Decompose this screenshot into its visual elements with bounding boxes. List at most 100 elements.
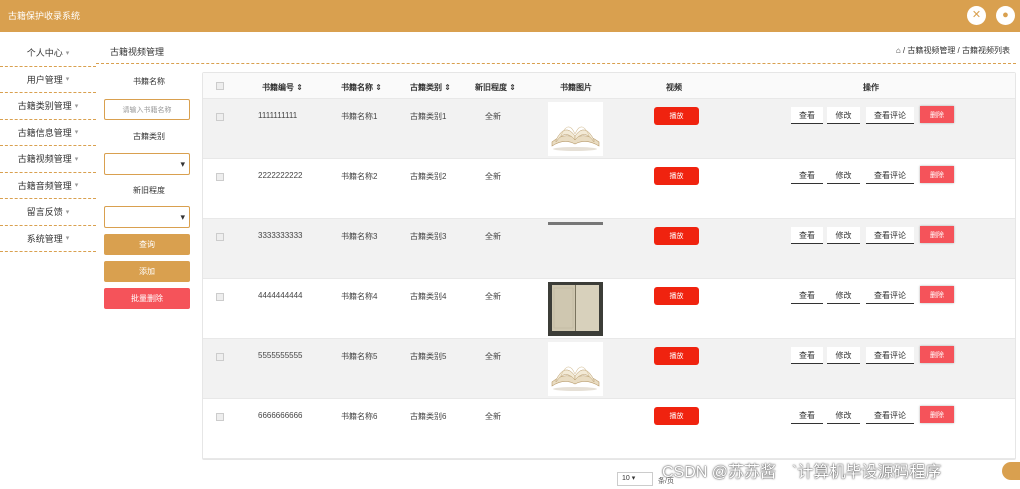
header-video: 视频 (666, 83, 682, 92)
cell-condition: 全新 (485, 352, 501, 361)
sidebar: 个人中心 ▾ 用户管理 ▾ 古籍类别管理 ▾ 古籍信息管理 ▾ 古籍视频管理 ▾ 古籍音频… (0, 40, 96, 252)
filter-panel: 书籍名称 请输入书籍名称 古籍类别 ▾ 新旧程度 ▾ 查询 添加 批量删除 (104, 76, 194, 309)
user-avatar-icon[interactable]: ● (996, 6, 1015, 25)
edit-button[interactable]: 修改 (827, 287, 860, 304)
table-row: 4444444444 书籍名称4 古籍类别4 全新 播放 查看 修改 查看评论 删除 (203, 279, 1015, 339)
header-image: 书籍图片 (560, 83, 592, 92)
breadcrumb[interactable]: ⌂ / 古籍视频管理 / 古籍视频列表 (896, 45, 1010, 56)
cell-book-id: 2222222222 (258, 171, 303, 180)
sidebar-item-videos[interactable]: 古籍视频管理 ▾ (0, 146, 96, 173)
edit-button[interactable]: 修改 (827, 227, 860, 244)
view-comments-button[interactable]: 查看评论 (866, 167, 914, 184)
sidebar-item-books[interactable]: 古籍信息管理 ▾ (0, 120, 96, 146)
book-image (548, 162, 603, 216)
play-button[interactable]: 播放 (654, 287, 699, 305)
category-select[interactable]: ▾ (104, 153, 190, 175)
cell-category: 古籍类别6 (410, 412, 447, 421)
header-book-id[interactable]: 书籍编号 ⇕ (262, 82, 303, 93)
cell-book-id: 1111111111 (258, 111, 298, 120)
chevron-down-icon: ▾ (74, 182, 79, 190)
data-table: 书籍编号 ⇕ 书籍名称 ⇕ 古籍类别 ⇕ 新旧程度 ⇕ 书籍图片 视频 操作 1… (202, 72, 1016, 460)
header-book-name[interactable]: 书籍名称 ⇕ (341, 82, 382, 93)
chevron-down-icon: ▾ (74, 129, 79, 137)
chevron-down-icon: ▾ (65, 76, 70, 84)
row-checkbox[interactable] (216, 233, 224, 241)
cell-book-name: 书籍名称2 (341, 172, 378, 181)
table-row: 2222222222 书籍名称2 古籍类别2 全新 播放 查看 修改 查看评论 删除 (203, 159, 1015, 219)
sidebar-item-audio[interactable]: 古籍音频管理 ▾ (0, 173, 96, 199)
play-button[interactable]: 播放 (654, 167, 699, 185)
breadcrumb-bar: 古籍视频管理 ⌂ / 古籍视频管理 / 古籍视频列表 (96, 36, 1016, 64)
name-label: 书籍名称 (133, 77, 165, 86)
top-bar: 古籍保护收录系统 ✕ ● (0, 0, 1020, 32)
chevron-down-icon: ▾ (74, 102, 79, 110)
edit-button[interactable]: 修改 (827, 407, 860, 424)
condition-select[interactable]: ▾ (104, 206, 190, 228)
view-button[interactable]: 查看 (791, 347, 823, 364)
cell-category: 古籍类别2 (410, 172, 447, 181)
view-button[interactable]: 查看 (791, 167, 823, 184)
view-button[interactable]: 查看 (791, 227, 823, 244)
search-button[interactable]: 查询 (104, 234, 190, 255)
chevron-down-icon: ▾ (631, 475, 636, 482)
sidebar-item-users[interactable]: 用户管理 ▾ (0, 67, 96, 93)
chevron-down-icon: ▾ (65, 208, 70, 216)
delete-button[interactable]: 删除 (920, 346, 954, 363)
cell-condition: 全新 (485, 232, 501, 241)
table-row: 1111111111 书籍名称1 古籍类别1 全新 播放 查看 修改 查看评论 删除 (203, 99, 1015, 159)
edit-button[interactable]: 修改 (827, 107, 860, 124)
view-comments-button[interactable]: 查看评论 (866, 287, 914, 304)
play-button[interactable]: 播放 (654, 107, 699, 125)
add-button[interactable]: 添加 (104, 261, 190, 282)
corner-chat-icon[interactable] (1002, 462, 1020, 480)
select-all-checkbox[interactable] (216, 82, 224, 90)
sidebar-item-feedback[interactable]: 留言反馈 ▾ (0, 199, 96, 226)
fullscreen-icon[interactable]: ✕ (967, 6, 986, 25)
cell-category: 古籍类别1 (410, 112, 447, 121)
row-checkbox[interactable] (216, 293, 224, 301)
delete-button[interactable]: 删除 (920, 406, 954, 423)
sidebar-item-categories[interactable]: 古籍类别管理 ▾ (0, 93, 96, 120)
batch-delete-button[interactable]: 批量删除 (104, 288, 190, 309)
book-image (548, 342, 603, 396)
page-title: 古籍视频管理 (110, 47, 165, 57)
book-image (548, 222, 603, 276)
row-checkbox[interactable] (216, 353, 224, 361)
sidebar-item-system[interactable]: 系统管理 ▾ (0, 226, 96, 252)
delete-button[interactable]: 删除 (920, 106, 954, 123)
view-comments-button[interactable]: 查看评论 (866, 107, 914, 124)
cell-book-name: 书籍名称1 (341, 112, 378, 121)
row-checkbox[interactable] (216, 173, 224, 181)
view-comments-button[interactable]: 查看评论 (866, 227, 914, 244)
sidebar-item-profile[interactable]: 个人中心 ▾ (0, 40, 96, 67)
edit-button[interactable]: 修改 (827, 167, 860, 184)
cell-condition: 全新 (485, 292, 501, 301)
book-image (548, 102, 603, 156)
header-condition[interactable]: 新旧程度 ⇕ (475, 82, 516, 93)
cell-book-name: 书籍名称3 (341, 232, 378, 241)
view-button[interactable]: 查看 (791, 287, 823, 304)
view-comments-button[interactable]: 查看评论 (866, 347, 914, 364)
table-row: 3333333333 书籍名称3 古籍类别3 全新 播放 查看 修改 查看评论 删除 (203, 219, 1015, 279)
cell-category: 古籍类别4 (410, 292, 447, 301)
cell-book-id: 4444444444 (258, 291, 303, 300)
view-comments-button[interactable]: 查看评论 (866, 407, 914, 424)
play-button[interactable]: 播放 (654, 227, 699, 245)
book-name-input[interactable]: 请输入书籍名称 (104, 99, 190, 120)
play-button[interactable]: 播放 (654, 347, 699, 365)
table-header: 书籍编号 ⇕ 书籍名称 ⇕ 古籍类别 ⇕ 新旧程度 ⇕ 书籍图片 视频 操作 (203, 73, 1015, 99)
play-button[interactable]: 播放 (654, 407, 699, 425)
page-size-select[interactable]: 10 ▾ (617, 472, 653, 486)
view-button[interactable]: 查看 (791, 407, 823, 424)
delete-button[interactable]: 删除 (920, 166, 954, 183)
header-category[interactable]: 古籍类别 ⇕ (410, 82, 451, 93)
delete-button[interactable]: 删除 (920, 286, 954, 303)
view-button[interactable]: 查看 (791, 107, 823, 124)
cell-condition: 全新 (485, 412, 501, 421)
app-title: 古籍保护收录系统 (8, 11, 81, 21)
row-checkbox[interactable] (216, 413, 224, 421)
delete-button[interactable]: 删除 (920, 226, 954, 243)
chevron-down-icon: ▾ (74, 155, 79, 163)
edit-button[interactable]: 修改 (827, 347, 860, 364)
row-checkbox[interactable] (216, 113, 224, 121)
